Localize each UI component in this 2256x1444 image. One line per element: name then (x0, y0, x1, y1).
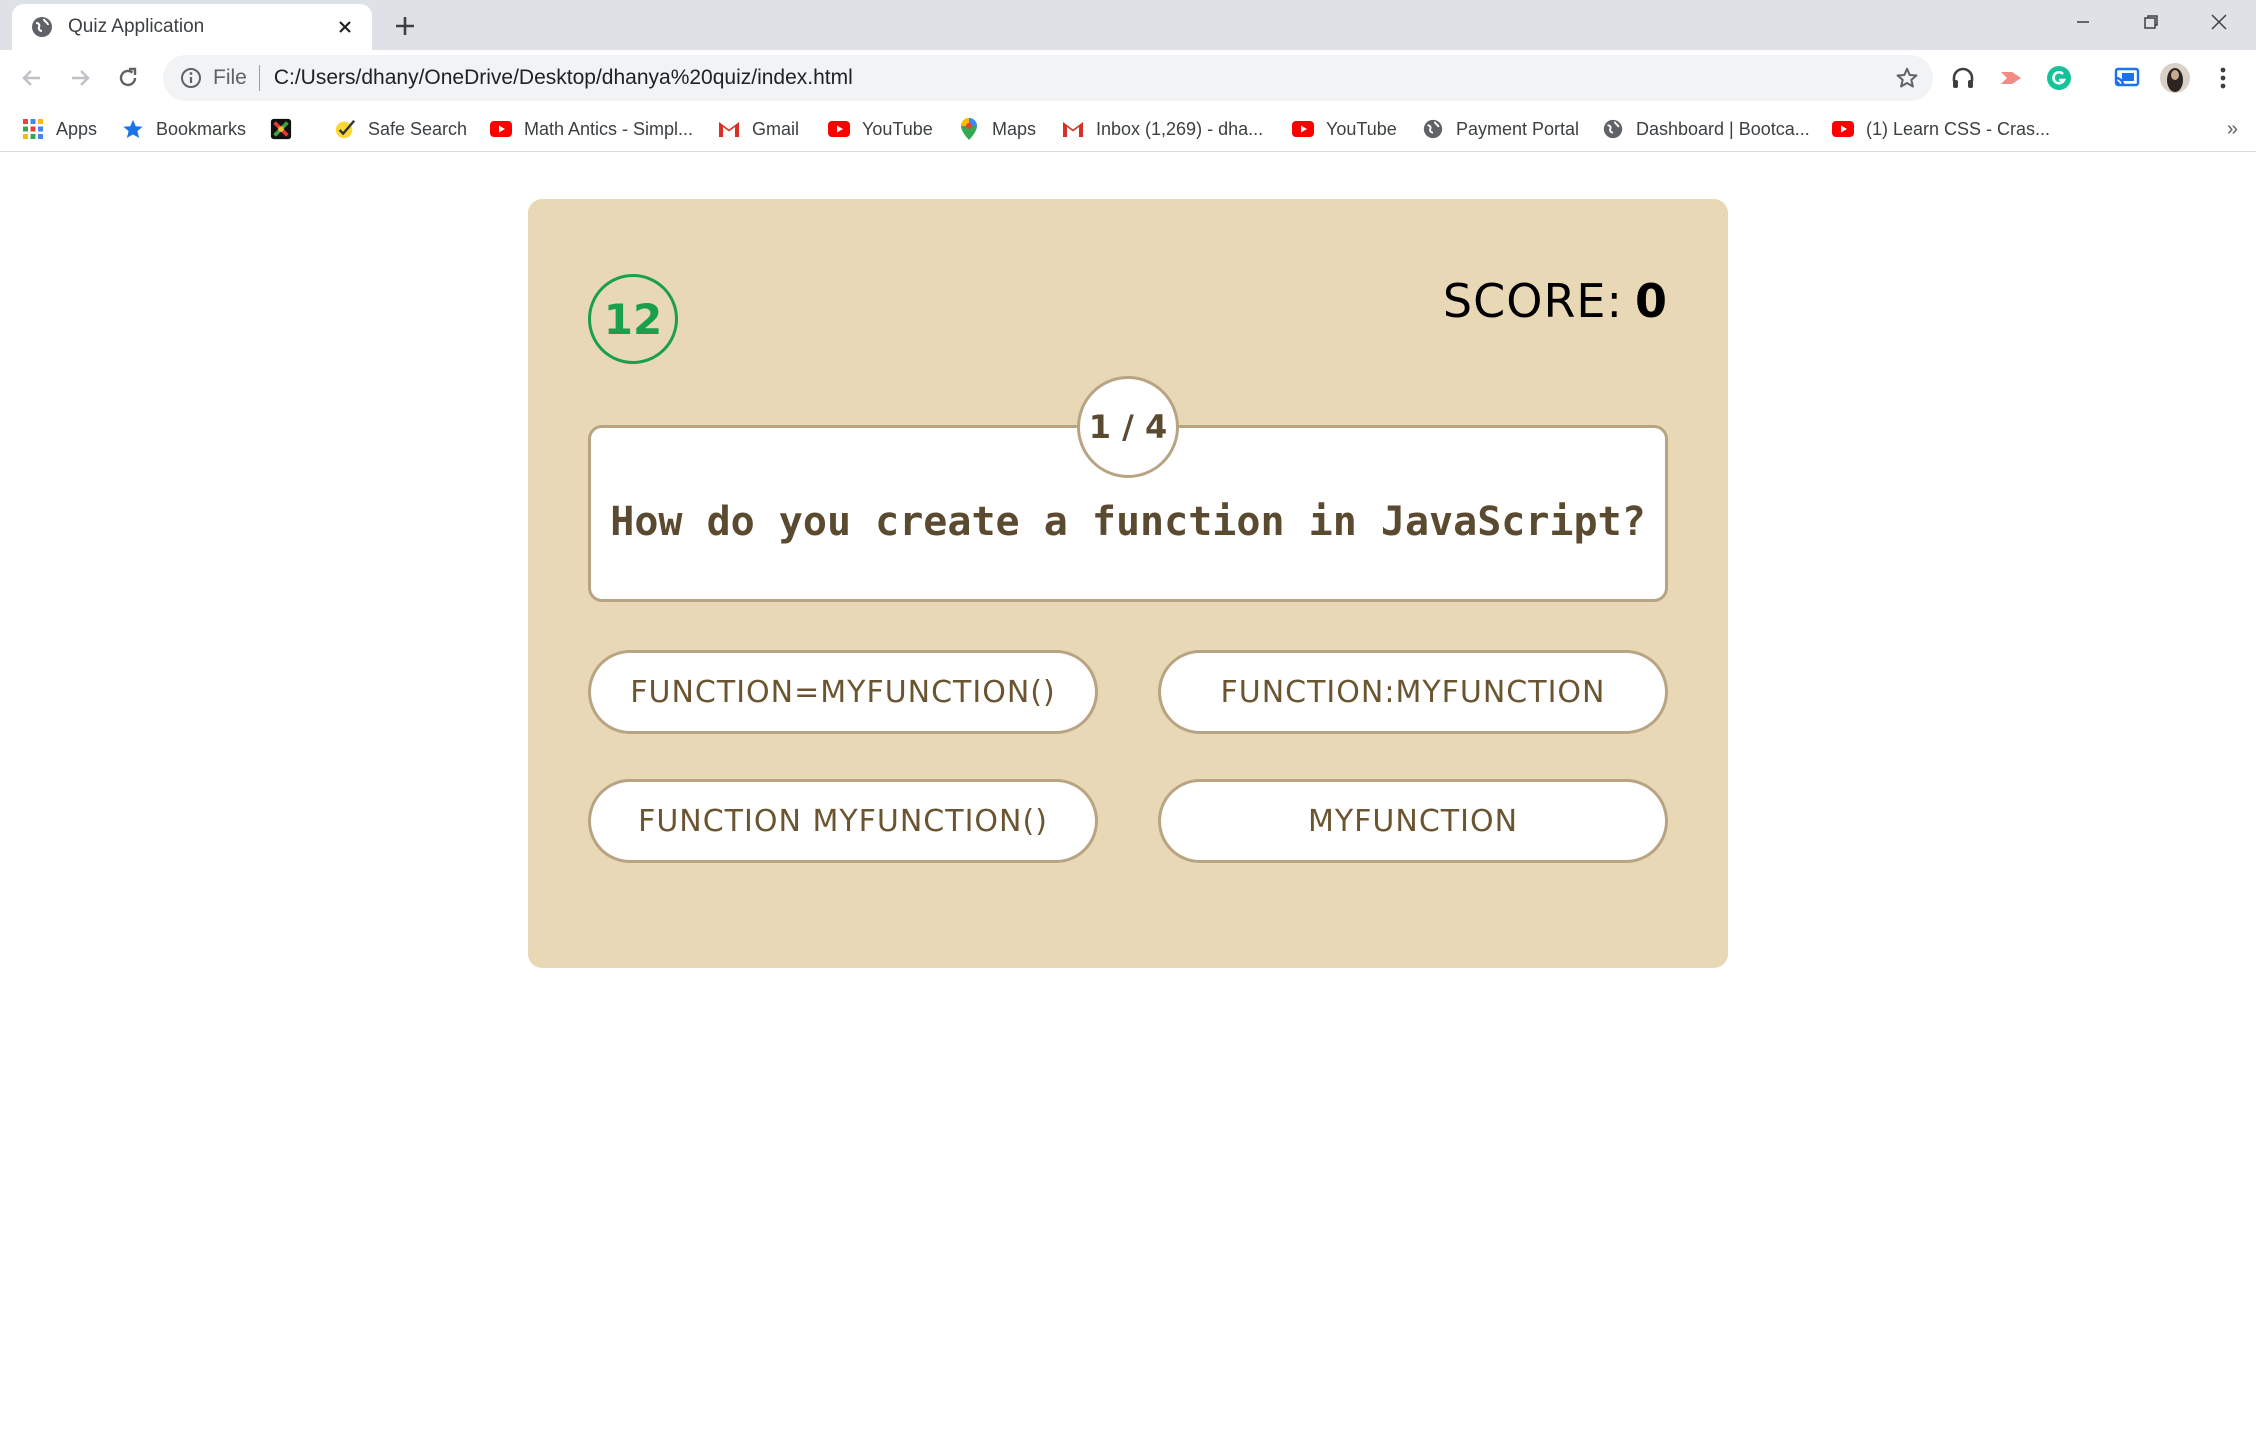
bookmark-learn-css[interactable]: (1) Learn CSS - Cras... (1832, 114, 2050, 144)
bookmark-bookmarks[interactable]: Bookmarks (122, 114, 246, 144)
info-icon[interactable] (179, 66, 203, 90)
cast-icon[interactable] (2110, 61, 2144, 95)
youtube-icon (490, 118, 512, 140)
browser-tab[interactable]: Quiz Application (12, 4, 372, 50)
url-text[interactable]: C:/Users/dhany/OneDrive/Desktop/dhanya%2… (274, 66, 853, 90)
bookmark-colorful-x[interactable] (270, 114, 304, 144)
safe-search-check-icon (334, 118, 356, 140)
bookmark-label: Apps (56, 118, 98, 139)
bookmark-youtube-2[interactable]: YouTube (1292, 114, 1397, 144)
bookmark-label: Math Antics - Simpl... (524, 118, 694, 139)
youtube-icon (1832, 118, 1854, 140)
bookmark-dashboard[interactable]: Dashboard | Bootca... (1602, 114, 1810, 144)
bookmark-gmail[interactable]: Gmail (718, 114, 799, 144)
answer-option-4[interactable]: MYFUNCTION (1158, 779, 1668, 863)
maps-pin-icon (958, 118, 980, 140)
bookmark-payment-portal[interactable]: Payment Portal (1422, 114, 1579, 144)
youtube-icon (1292, 118, 1314, 140)
forward-arrow-icon[interactable] (62, 60, 98, 96)
bookmark-label: Safe Search (368, 118, 468, 139)
globe-icon (1422, 118, 1444, 140)
countdown-timer: 12 (588, 274, 678, 364)
bookmark-label: Gmail (752, 118, 800, 139)
bookmark-star-icon[interactable] (1895, 66, 1919, 90)
colorful-x-icon (270, 118, 292, 140)
close-tab-icon[interactable] (334, 16, 356, 38)
bookmark-inbox[interactable]: Inbox (1,269) - dha... (1062, 114, 1263, 144)
bookmarks-overflow-button[interactable]: » (2227, 118, 2238, 141)
grammarly-icon[interactable] (2042, 61, 2076, 95)
globe-icon (30, 15, 54, 39)
bookmarks-bar: Apps Bookmarks Safe Search Math Antics -… (0, 106, 2256, 152)
address-scheme-label: File (213, 66, 247, 89)
reload-icon[interactable] (110, 60, 146, 96)
question-text: How do you create a function in JavaScri… (610, 498, 1646, 545)
star-icon (122, 118, 144, 140)
score-value: 0 (1634, 274, 1668, 328)
new-tab-icon[interactable] (388, 9, 422, 43)
bookmark-label: Inbox (1,269) - dha... (1096, 118, 1264, 139)
browser-toolbar: File C:/Users/dhany/OneDrive/Desktop/dha… (0, 50, 2256, 106)
answer-option-2[interactable]: FUNCTION:MYFUNCTION (1158, 650, 1668, 734)
address-bar[interactable]: File C:/Users/dhany/OneDrive/Desktop/dha… (163, 55, 1933, 101)
bookmark-apps[interactable]: Apps (22, 114, 97, 144)
avatar[interactable] (2158, 61, 2192, 95)
bookmark-label: Maps (992, 118, 1037, 139)
youtube-icon (828, 118, 850, 140)
bookmark-label: Dashboard | Bootca... (1636, 118, 1810, 139)
bookmark-label: (1) Learn CSS - Cras... (1866, 118, 2051, 139)
bookmark-maps[interactable]: Maps (958, 114, 1036, 144)
close-window-icon[interactable] (2186, 0, 2252, 44)
score-label: SCORE: (1442, 274, 1623, 328)
gmail-icon (718, 118, 740, 140)
bookmark-math-antics[interactable]: Math Antics - Simpl... (490, 114, 693, 144)
answer-option-3[interactable]: FUNCTION MYFUNCTION() (588, 779, 1098, 863)
restore-icon[interactable] (2118, 0, 2184, 44)
back-arrow-icon[interactable] (14, 60, 50, 96)
question-counter: 1 / 4 (1077, 376, 1179, 478)
tab-strip: Quiz Application (0, 0, 2256, 50)
bookmark-label: YouTube (1326, 118, 1397, 139)
tab-title: Quiz Application (68, 16, 205, 37)
minimize-icon[interactable] (2050, 0, 2116, 44)
headset-extension-icon[interactable] (1946, 61, 1980, 95)
gmail-icon (1062, 118, 1084, 140)
quiz-card: 12 SCORE: 0 How do you create a function … (528, 199, 1728, 968)
bookmark-label: Payment Portal (1456, 118, 1580, 139)
menu-kebab-icon[interactable] (2206, 61, 2240, 95)
score-display: SCORE: 0 (1443, 274, 1668, 328)
bookmark-youtube[interactable]: YouTube (828, 114, 933, 144)
bookmark-safe-search[interactable]: Safe Search (334, 114, 467, 144)
apps-grid-icon (22, 118, 44, 140)
answer-option-1[interactable]: FUNCTION=MYFUNCTION() (588, 650, 1098, 734)
globe-icon (1602, 118, 1624, 140)
bookmark-label: Bookmarks (156, 118, 247, 139)
address-separator (258, 65, 260, 91)
bookmark-label: YouTube (862, 118, 933, 139)
video-extension-icon[interactable] (1994, 61, 2028, 95)
